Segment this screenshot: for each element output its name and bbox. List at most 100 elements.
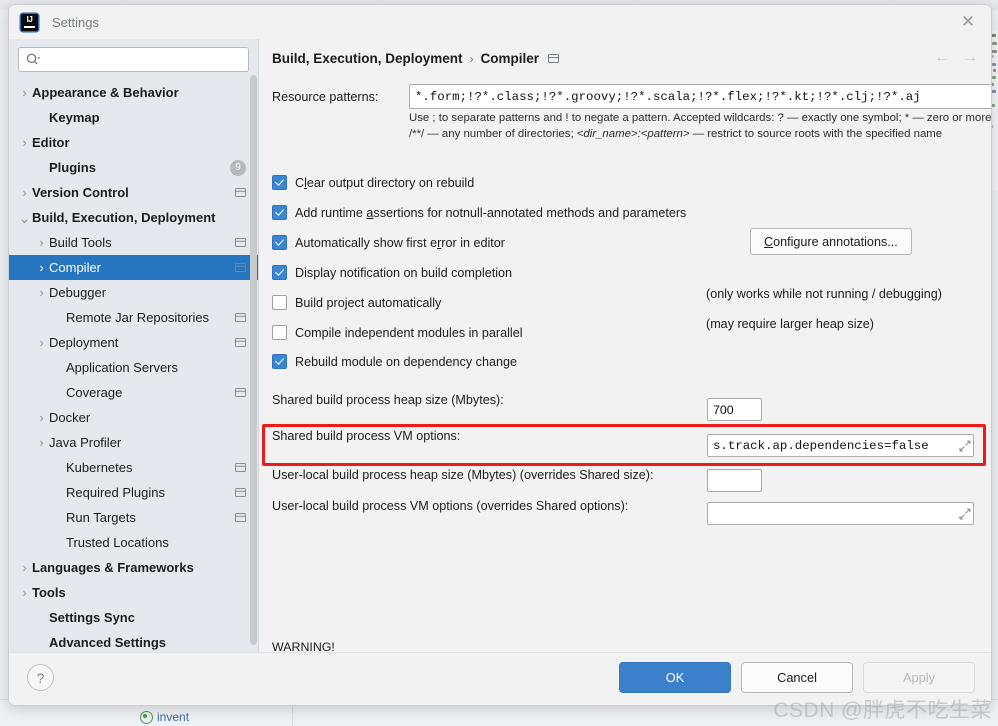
search-icon — [26, 53, 41, 65]
breadcrumb-root[interactable]: Build, Execution, Deployment — [272, 51, 463, 66]
chevron-right-icon[interactable]: › — [35, 285, 48, 300]
arrow-left-icon[interactable]: ← — [934, 50, 950, 66]
chevron-down-icon[interactable]: ⌄ — [18, 211, 31, 225]
checkbox-row-compile-independent-modules-in-parallel[interactable]: Compile independent modules in parallel — [272, 325, 523, 340]
hint-part-2: — restrict to source roots with the spec… — [689, 127, 943, 140]
field-label-1: Shared build process VM options: — [272, 429, 461, 443]
plugins-update-badge: 9 — [230, 159, 246, 176]
sidebar-item-build-execution-deployment[interactable]: ⌄ Build, Execution, Deployment — [9, 205, 258, 230]
ide-status-item-label: invent — [157, 710, 190, 724]
sidebar-item-editor[interactable]: › Editor — [9, 130, 258, 155]
ok-button[interactable]: OK — [619, 662, 731, 693]
checkbox-row-add-runtime-assertions-for-notnull-annotated-methods-and-parameters[interactable]: Add runtime assertions for notnull-annot… — [272, 205, 686, 220]
field-input-0[interactable] — [708, 402, 761, 417]
hint-italic: <dir_name>:<pattern> — [576, 127, 690, 140]
checkbox-indicator[interactable] — [272, 354, 287, 369]
help-question-icon[interactable]: ? — [27, 664, 54, 691]
chevron-right-icon[interactable]: › — [18, 185, 31, 200]
sidebar-item-keymap[interactable]: Keymap — [9, 105, 258, 130]
field-input-wrapper-0[interactable] — [707, 398, 762, 421]
checkbox-indicator[interactable] — [272, 265, 287, 280]
field-input-2[interactable] — [708, 473, 761, 488]
chevron-right-icon[interactable]: › — [35, 410, 48, 425]
sidebar-item-label: Application Servers — [66, 360, 178, 375]
field-input-3[interactable] — [708, 506, 957, 521]
expand-field-icon[interactable] — [957, 503, 973, 524]
project-scope-icon — [235, 388, 246, 397]
checkbox-indicator[interactable] — [272, 295, 287, 310]
settings-dialog: Settings ✕ ›Appearance & BehaviorKeymap›… — [8, 4, 992, 706]
configure-annotations-button[interactable]: Configure annotations... — [750, 228, 912, 255]
sidebar-item-label: Compiler — [49, 260, 102, 275]
sidebar-item-languages-frameworks[interactable]: › Languages & Frameworks — [9, 555, 258, 580]
chevron-right-icon[interactable]: › — [18, 560, 31, 575]
project-scope-icon — [235, 463, 246, 472]
checkbox-row-clear-output-directory-on-rebuild[interactable]: Clear output directory on rebuild — [272, 175, 474, 190]
sidebar-item-remote-jar-repositories[interactable]: Remote Jar Repositories — [9, 305, 258, 330]
sidebar-item-appearance-behavior[interactable]: › Appearance & Behavior — [9, 80, 258, 105]
sidebar-scrollbar-thumb[interactable] — [250, 75, 257, 645]
sidebar-item-java-profiler[interactable]: › Java Profiler — [9, 430, 258, 455]
expand-field-icon[interactable] — [957, 435, 973, 456]
sidebar-item-trusted-locations[interactable]: Trusted Locations — [9, 530, 258, 555]
checkbox-indicator[interactable] — [272, 205, 287, 220]
sidebar-item-build-tools[interactable]: › Build Tools — [9, 230, 258, 255]
sidebar-item-version-control[interactable]: › Version Control — [9, 180, 258, 205]
sidebar-item-tools[interactable]: › Tools — [9, 580, 258, 605]
chevron-right-icon[interactable]: › — [35, 435, 48, 450]
sidebar-item-run-targets[interactable]: Run Targets — [9, 505, 258, 530]
checkbox-row-automatically-show-first-error-in-editor[interactable]: Automatically show first error in editor — [272, 235, 505, 250]
resource-patterns-hint: Use ; to separate patterns and ! to nega… — [409, 111, 991, 142]
sidebar-item-docker[interactable]: › Docker — [9, 405, 258, 430]
chevron-right-icon[interactable]: › — [18, 85, 31, 100]
project-scope-icon — [235, 238, 246, 247]
sidebar-item-label: Build, Execution, Deployment — [32, 210, 216, 225]
field-input-wrapper-2[interactable] — [707, 469, 762, 492]
apply-button[interactable]: Apply — [863, 662, 975, 693]
arrow-right-icon[interactable]: → — [962, 50, 978, 66]
search-box[interactable] — [18, 47, 249, 72]
sidebar-item-kubernetes[interactable]: Kubernetes — [9, 455, 258, 480]
sidebar-item-settings-sync[interactable]: Settings Sync — [9, 605, 258, 630]
checkbox-row-build-project-automatically[interactable]: Build project automatically — [272, 295, 441, 310]
field-input-wrapper-3[interactable] — [707, 502, 974, 525]
dialog-footer: ? OK Cancel Apply — [9, 652, 991, 705]
sidebar-item-debugger[interactable]: › Debugger — [9, 280, 258, 305]
chevron-right-icon[interactable]: › — [35, 335, 48, 350]
sidebar-item-required-plugins[interactable]: Required Plugins — [9, 480, 258, 505]
field-input-1[interactable] — [708, 438, 957, 453]
checkbox-label: Rebuild module on dependency change — [295, 354, 517, 369]
sidebar-item-deployment[interactable]: › Deployment — [9, 330, 258, 355]
chevron-right-icon[interactable]: › — [18, 135, 31, 150]
search-input[interactable] — [46, 51, 230, 68]
resource-patterns-field[interactable] — [409, 84, 991, 109]
project-scope-icon — [235, 188, 246, 197]
sidebar-item-compiler[interactable]: › Compiler — [9, 255, 258, 280]
checkbox-row-display-notification-on-build-completion[interactable]: Display notification on build completion — [272, 265, 512, 280]
sidebar-item-advanced-settings[interactable]: Advanced Settings — [9, 630, 258, 652]
breadcrumb-separator: › — [469, 51, 474, 66]
warning-title: WARNING! — [272, 640, 335, 652]
sidebar-item-coverage[interactable]: Coverage — [9, 380, 258, 405]
resource-patterns-input[interactable] — [410, 89, 991, 104]
chevron-right-icon[interactable]: › — [35, 260, 48, 275]
close-icon[interactable]: ✕ — [959, 13, 977, 31]
sidebar-item-application-servers[interactable]: Application Servers — [9, 355, 258, 380]
sidebar-item-label: Docker — [49, 410, 91, 425]
settings-sidebar: › Appearance & Behavior Keymap › Editor Plugi… — [9, 39, 259, 652]
field-input-wrapper-1[interactable] — [707, 434, 974, 457]
settings-tree[interactable]: › Appearance & Behavior Keymap › Editor Plugi… — [9, 78, 258, 652]
checkbox-row-rebuild-module-on-dependency-change[interactable]: Rebuild module on dependency change — [272, 354, 517, 369]
checkbox-indicator[interactable] — [272, 325, 287, 340]
sidebar-item-label: Deployment — [49, 335, 119, 350]
chevron-right-icon[interactable]: › — [35, 235, 48, 250]
checkbox-indicator[interactable] — [272, 175, 287, 190]
sidebar-item-plugins[interactable]: Plugins 9 — [9, 155, 258, 180]
warning-text: WARNING! If option 'Clear output directo… — [272, 639, 972, 652]
chevron-right-icon[interactable]: › — [18, 585, 31, 600]
ide-status-item[interactable]: invent — [140, 710, 189, 724]
sidebar-item-label: Run Targets — [66, 510, 136, 525]
sidebar-item-label: Settings Sync — [49, 610, 135, 625]
checkbox-indicator[interactable] — [272, 235, 287, 250]
cancel-button[interactable]: Cancel — [741, 662, 853, 693]
